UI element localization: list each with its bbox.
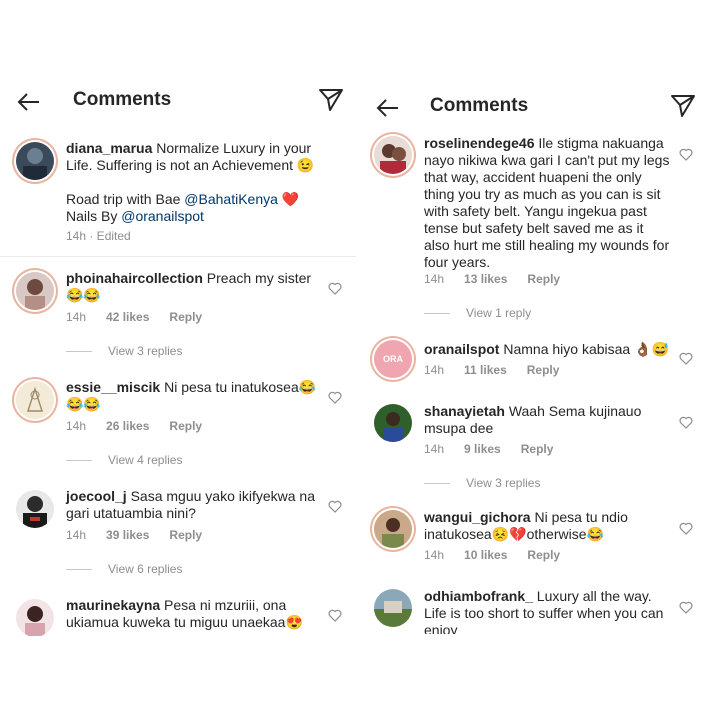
right-screenshot: Comments roselinendege46 Ile stigma naku… (360, 0, 720, 720)
likes-count[interactable]: 11 likes (464, 363, 507, 377)
view-replies-button[interactable]: View 3 replies (424, 476, 540, 490)
back-arrow-icon[interactable] (17, 92, 41, 112)
like-heart-icon[interactable] (328, 609, 342, 622)
comment-time: 14h (66, 528, 87, 542)
avatar[interactable] (16, 490, 54, 528)
likes-count[interactable]: 9 likes (464, 442, 501, 456)
comment-time: 14h (424, 272, 445, 286)
avatar[interactable] (374, 589, 412, 627)
reply-button[interactable]: Reply (527, 272, 560, 286)
like-heart-icon[interactable] (679, 352, 693, 365)
like-heart-icon[interactable] (328, 500, 342, 513)
avatar[interactable] (16, 599, 54, 636)
reply-button[interactable]: Reply (527, 548, 560, 562)
left-screenshot: Comments diana_marua Normalize Luxury in… (0, 0, 360, 720)
reply-button[interactable]: Reply (527, 363, 560, 377)
comment-username[interactable]: joecool_j (66, 488, 127, 504)
page-title: Comments (73, 89, 172, 110)
view-replies-button[interactable]: View 6 replies (66, 562, 182, 576)
view-replies-button[interactable]: View 1 reply (424, 306, 531, 320)
comment-time: 14h (424, 363, 445, 377)
mention-link[interactable]: @oranailspot (121, 208, 204, 224)
send-icon[interactable] (318, 88, 344, 112)
reply-button[interactable]: Reply (169, 528, 202, 542)
comment-username[interactable]: maurinekayna (66, 597, 160, 613)
comment-username[interactable]: odhiambofrank_ (424, 588, 533, 604)
comment-time: 14h (66, 310, 87, 324)
like-heart-icon[interactable] (679, 522, 693, 535)
comment-username[interactable]: essie__miscik (66, 379, 160, 395)
avatar[interactable] (374, 136, 412, 174)
likes-count[interactable]: 42 likes (106, 310, 149, 324)
reply-button[interactable]: Reply (169, 419, 202, 433)
caption-username[interactable]: diana_marua (66, 140, 152, 156)
mention-link[interactable]: @BahatiKenya (184, 191, 278, 207)
avatar-logo-text: ORA (374, 340, 412, 378)
avatar[interactable] (16, 381, 54, 419)
caption-text: diana_marua Normalize Luxury in your Lif… (66, 140, 315, 224)
comment-time: 14h (66, 419, 87, 433)
caption-time: 14h · Edited (66, 229, 131, 243)
comment-username[interactable]: shanayietah (424, 403, 505, 419)
comment-time: 14h (424, 548, 445, 562)
like-heart-icon[interactable] (328, 391, 342, 404)
header: Comments (360, 88, 720, 128)
reply-button[interactable]: Reply (169, 310, 202, 324)
avatar[interactable] (16, 272, 54, 310)
divider (0, 256, 356, 257)
back-arrow-icon[interactable] (376, 98, 400, 118)
like-heart-icon[interactable] (679, 148, 693, 161)
page-title: Comments (430, 95, 529, 116)
avatar[interactable]: ORA (374, 340, 412, 378)
reply-button[interactable]: Reply (521, 442, 554, 456)
comment-username[interactable]: roselinendege46 (424, 135, 535, 151)
likes-count[interactable]: 39 likes (106, 528, 149, 542)
comment-username[interactable]: oranailspot (424, 341, 499, 357)
comment-username[interactable]: phoinahaircollection (66, 270, 203, 286)
like-heart-icon[interactable] (679, 416, 693, 429)
likes-count[interactable]: 13 likes (464, 272, 507, 286)
likes-count[interactable]: 10 likes (464, 548, 507, 562)
like-heart-icon[interactable] (679, 601, 693, 614)
view-replies-button[interactable]: View 3 replies (66, 344, 182, 358)
comment-username[interactable]: wangui_gichora (424, 509, 531, 525)
avatar[interactable] (374, 404, 412, 442)
like-heart-icon[interactable] (328, 282, 342, 295)
avatar[interactable] (374, 510, 412, 548)
header: Comments (0, 82, 360, 122)
view-replies-button[interactable]: View 4 replies (66, 453, 182, 467)
send-icon[interactable] (670, 94, 696, 118)
comment-time: 14h (424, 442, 445, 456)
likes-count[interactable]: 26 likes (106, 419, 149, 433)
avatar[interactable] (16, 142, 54, 180)
